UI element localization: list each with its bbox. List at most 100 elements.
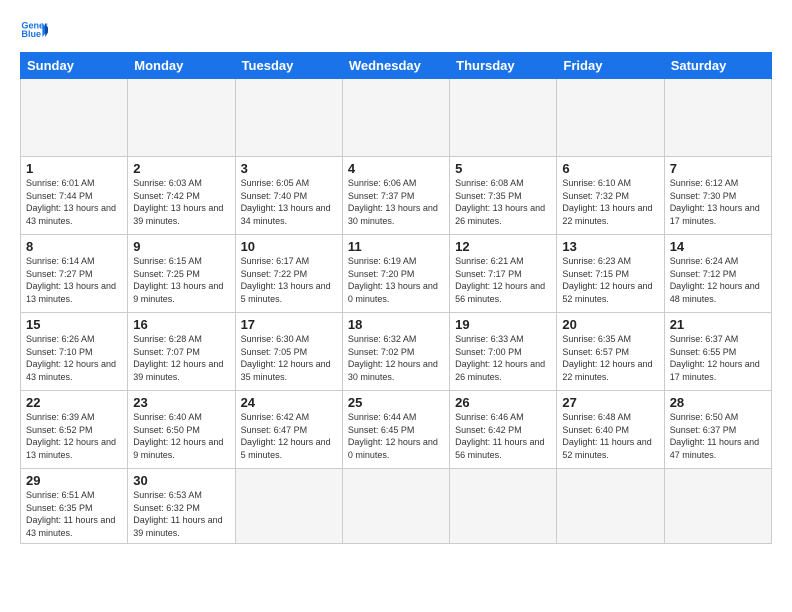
- day-info: Sunrise: 6:37 AMSunset: 6:55 PMDaylight:…: [670, 333, 766, 383]
- calendar-week-5: 29Sunrise: 6:51 AMSunset: 6:35 PMDayligh…: [21, 469, 772, 544]
- calendar-header-saturday: Saturday: [664, 53, 771, 79]
- day-info: Sunrise: 6:46 AMSunset: 6:42 PMDaylight:…: [455, 411, 551, 461]
- calendar-cell: [342, 79, 449, 157]
- day-info: Sunrise: 6:10 AMSunset: 7:32 PMDaylight:…: [562, 177, 658, 227]
- calendar-cell: [664, 79, 771, 157]
- day-number: 17: [241, 317, 337, 332]
- calendar-cell: [557, 79, 664, 157]
- calendar-cell: 15Sunrise: 6:26 AMSunset: 7:10 PMDayligh…: [21, 313, 128, 391]
- day-info: Sunrise: 6:44 AMSunset: 6:45 PMDaylight:…: [348, 411, 444, 461]
- header: General Blue: [20, 16, 772, 44]
- calendar-cell: 5Sunrise: 6:08 AMSunset: 7:35 PMDaylight…: [450, 157, 557, 235]
- day-number: 27: [562, 395, 658, 410]
- day-number: 2: [133, 161, 229, 176]
- day-number: 21: [670, 317, 766, 332]
- calendar-week-1: 1Sunrise: 6:01 AMSunset: 7:44 PMDaylight…: [21, 157, 772, 235]
- day-number: 10: [241, 239, 337, 254]
- day-number: 18: [348, 317, 444, 332]
- day-info: Sunrise: 6:12 AMSunset: 7:30 PMDaylight:…: [670, 177, 766, 227]
- calendar-cell: 10Sunrise: 6:17 AMSunset: 7:22 PMDayligh…: [235, 235, 342, 313]
- calendar-cell: 30Sunrise: 6:53 AMSunset: 6:32 PMDayligh…: [128, 469, 235, 544]
- calendar-cell: 4Sunrise: 6:06 AMSunset: 7:37 PMDaylight…: [342, 157, 449, 235]
- day-number: 22: [26, 395, 122, 410]
- logo-icon: General Blue: [20, 16, 48, 44]
- calendar-week-4: 22Sunrise: 6:39 AMSunset: 6:52 PMDayligh…: [21, 391, 772, 469]
- day-number: 8: [26, 239, 122, 254]
- day-info: Sunrise: 6:14 AMSunset: 7:27 PMDaylight:…: [26, 255, 122, 305]
- day-info: Sunrise: 6:01 AMSunset: 7:44 PMDaylight:…: [26, 177, 122, 227]
- day-info: Sunrise: 6:30 AMSunset: 7:05 PMDaylight:…: [241, 333, 337, 383]
- calendar-header-sunday: Sunday: [21, 53, 128, 79]
- calendar-body: 1Sunrise: 6:01 AMSunset: 7:44 PMDaylight…: [21, 79, 772, 544]
- day-info: Sunrise: 6:05 AMSunset: 7:40 PMDaylight:…: [241, 177, 337, 227]
- day-number: 13: [562, 239, 658, 254]
- calendar-table: SundayMondayTuesdayWednesdayThursdayFrid…: [20, 52, 772, 544]
- calendar-cell: [128, 79, 235, 157]
- calendar-week-0: [21, 79, 772, 157]
- calendar-cell: [557, 469, 664, 544]
- calendar-week-3: 15Sunrise: 6:26 AMSunset: 7:10 PMDayligh…: [21, 313, 772, 391]
- calendar-cell: 11Sunrise: 6:19 AMSunset: 7:20 PMDayligh…: [342, 235, 449, 313]
- calendar-header-row: SundayMondayTuesdayWednesdayThursdayFrid…: [21, 53, 772, 79]
- calendar-cell: 25Sunrise: 6:44 AMSunset: 6:45 PMDayligh…: [342, 391, 449, 469]
- day-info: Sunrise: 6:21 AMSunset: 7:17 PMDaylight:…: [455, 255, 551, 305]
- day-info: Sunrise: 6:28 AMSunset: 7:07 PMDaylight:…: [133, 333, 229, 383]
- day-info: Sunrise: 6:19 AMSunset: 7:20 PMDaylight:…: [348, 255, 444, 305]
- day-number: 15: [26, 317, 122, 332]
- day-number: 7: [670, 161, 766, 176]
- day-info: Sunrise: 6:50 AMSunset: 6:37 PMDaylight:…: [670, 411, 766, 461]
- day-number: 9: [133, 239, 229, 254]
- day-number: 28: [670, 395, 766, 410]
- day-number: 14: [670, 239, 766, 254]
- day-number: 16: [133, 317, 229, 332]
- calendar-header-monday: Monday: [128, 53, 235, 79]
- day-number: 29: [26, 473, 122, 488]
- day-number: 30: [133, 473, 229, 488]
- calendar-cell: 27Sunrise: 6:48 AMSunset: 6:40 PMDayligh…: [557, 391, 664, 469]
- day-number: 19: [455, 317, 551, 332]
- day-info: Sunrise: 6:17 AMSunset: 7:22 PMDaylight:…: [241, 255, 337, 305]
- day-number: 5: [455, 161, 551, 176]
- calendar-cell: 20Sunrise: 6:35 AMSunset: 6:57 PMDayligh…: [557, 313, 664, 391]
- calendar-cell: 7Sunrise: 6:12 AMSunset: 7:30 PMDaylight…: [664, 157, 771, 235]
- calendar-cell: 6Sunrise: 6:10 AMSunset: 7:32 PMDaylight…: [557, 157, 664, 235]
- day-number: 26: [455, 395, 551, 410]
- calendar-cell: 24Sunrise: 6:42 AMSunset: 6:47 PMDayligh…: [235, 391, 342, 469]
- day-number: 12: [455, 239, 551, 254]
- calendar-cell: 8Sunrise: 6:14 AMSunset: 7:27 PMDaylight…: [21, 235, 128, 313]
- calendar-cell: [235, 469, 342, 544]
- day-info: Sunrise: 6:39 AMSunset: 6:52 PMDaylight:…: [26, 411, 122, 461]
- day-number: 23: [133, 395, 229, 410]
- calendar-cell: 29Sunrise: 6:51 AMSunset: 6:35 PMDayligh…: [21, 469, 128, 544]
- calendar-cell: 26Sunrise: 6:46 AMSunset: 6:42 PMDayligh…: [450, 391, 557, 469]
- day-info: Sunrise: 6:24 AMSunset: 7:12 PMDaylight:…: [670, 255, 766, 305]
- day-number: 24: [241, 395, 337, 410]
- day-info: Sunrise: 6:23 AMSunset: 7:15 PMDaylight:…: [562, 255, 658, 305]
- day-number: 25: [348, 395, 444, 410]
- day-number: 20: [562, 317, 658, 332]
- calendar-cell: [235, 79, 342, 157]
- day-info: Sunrise: 6:35 AMSunset: 6:57 PMDaylight:…: [562, 333, 658, 383]
- calendar-cell: 22Sunrise: 6:39 AMSunset: 6:52 PMDayligh…: [21, 391, 128, 469]
- day-info: Sunrise: 6:33 AMSunset: 7:00 PMDaylight:…: [455, 333, 551, 383]
- day-info: Sunrise: 6:48 AMSunset: 6:40 PMDaylight:…: [562, 411, 658, 461]
- calendar-cell: [21, 79, 128, 157]
- day-info: Sunrise: 6:08 AMSunset: 7:35 PMDaylight:…: [455, 177, 551, 227]
- day-number: 1: [26, 161, 122, 176]
- day-info: Sunrise: 6:03 AMSunset: 7:42 PMDaylight:…: [133, 177, 229, 227]
- calendar-cell: 3Sunrise: 6:05 AMSunset: 7:40 PMDaylight…: [235, 157, 342, 235]
- calendar-header-tuesday: Tuesday: [235, 53, 342, 79]
- day-info: Sunrise: 6:42 AMSunset: 6:47 PMDaylight:…: [241, 411, 337, 461]
- calendar-header-wednesday: Wednesday: [342, 53, 449, 79]
- calendar-cell: 28Sunrise: 6:50 AMSunset: 6:37 PMDayligh…: [664, 391, 771, 469]
- calendar-cell: 14Sunrise: 6:24 AMSunset: 7:12 PMDayligh…: [664, 235, 771, 313]
- calendar-week-2: 8Sunrise: 6:14 AMSunset: 7:27 PMDaylight…: [21, 235, 772, 313]
- calendar-cell: 23Sunrise: 6:40 AMSunset: 6:50 PMDayligh…: [128, 391, 235, 469]
- day-number: 11: [348, 239, 444, 254]
- day-number: 4: [348, 161, 444, 176]
- day-info: Sunrise: 6:40 AMSunset: 6:50 PMDaylight:…: [133, 411, 229, 461]
- calendar-header-thursday: Thursday: [450, 53, 557, 79]
- day-info: Sunrise: 6:53 AMSunset: 6:32 PMDaylight:…: [133, 489, 229, 539]
- calendar-cell: [450, 79, 557, 157]
- calendar-cell: 17Sunrise: 6:30 AMSunset: 7:05 PMDayligh…: [235, 313, 342, 391]
